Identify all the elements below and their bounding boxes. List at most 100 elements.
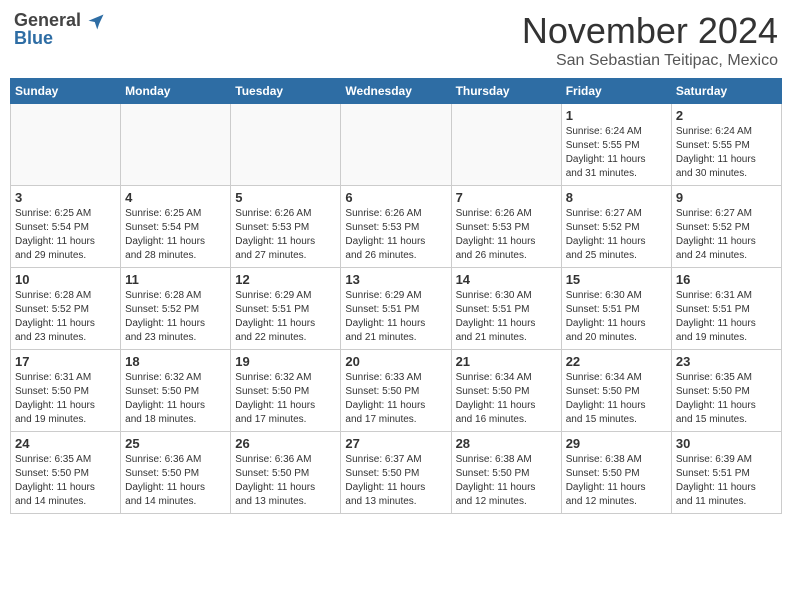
weekday-header: Sunday: [11, 79, 121, 104]
calendar-day-cell: 17 Sunrise: 6:31 AM Sunset: 5:50 PM Dayli…: [11, 350, 121, 432]
calendar-week-row: 17 Sunrise: 6:31 AM Sunset: 5:50 PM Dayli…: [11, 350, 782, 432]
day-number: 18: [125, 354, 226, 369]
calendar-day-cell: 5Sunrise: 6:26 AM Sunset: 5:53 PM Daylig…: [231, 186, 341, 268]
weekday-header: Thursday: [451, 79, 561, 104]
day-number: 5: [235, 190, 336, 205]
calendar-day-cell: 15Sunrise: 6:30 AM Sunset: 5:51 PM Dayli…: [561, 268, 671, 350]
day-info: Sunrise: 6:29 AM Sunset: 5:51 PM Dayligh…: [235, 289, 336, 345]
day-info: Sunrise: 6:34 AM Sunset: 5:50 PM Dayligh…: [456, 371, 557, 427]
calendar-day-cell: 9 Sunrise: 6:27 AM Sunset: 5:52 PM Daylig…: [671, 186, 781, 268]
day-number: 19: [235, 354, 336, 369]
day-number: 2: [676, 108, 777, 123]
day-info: Sunrise: 6:30 AM Sunset: 5:51 PM Dayligh…: [456, 289, 557, 345]
day-info: Sunrise: 6:36 AM Sunset: 5:50 PM Dayligh…: [235, 453, 336, 509]
calendar-day-cell: 10 Sunrise: 6:28 AM Sunset: 5:52 PM Dayli…: [11, 268, 121, 350]
day-info: Sunrise: 6:29 AM Sunset: 5:51 PM Dayligh…: [345, 289, 446, 345]
day-number: 15: [566, 272, 667, 287]
title-block: November 2024 San Sebastian Teitipac, Me…: [522, 10, 778, 70]
calendar-day-cell: 25 Sunrise: 6:36 AM Sunset: 5:50 PM Dayli…: [121, 432, 231, 514]
day-number: 22: [566, 354, 667, 369]
calendar-day-cell: 13 Sunrise: 6:29 AM Sunset: 5:51 PM Dayli…: [341, 268, 451, 350]
calendar-day-cell: 27 Sunrise: 6:37 AM Sunset: 5:50 PM Dayli…: [341, 432, 451, 514]
day-number: 27: [345, 436, 446, 451]
day-number: 24: [15, 436, 116, 451]
calendar-day-cell: 26 Sunrise: 6:36 AM Sunset: 5:50 PM Dayli…: [231, 432, 341, 514]
calendar-day-cell: 1 Sunrise: 6:24 AM Sunset: 5:55 PM Daylig…: [561, 104, 671, 186]
location-title: San Sebastian Teitipac, Mexico: [522, 52, 778, 70]
day-info: Sunrise: 6:25 AM Sunset: 5:54 PM Dayligh…: [125, 207, 226, 263]
day-info: Sunrise: 6:27 AM Sunset: 5:52 PM Dayligh…: [566, 207, 667, 263]
day-number: 9: [676, 190, 777, 205]
calendar-day-cell: 6Sunrise: 6:26 AM Sunset: 5:53 PM Daylig…: [341, 186, 451, 268]
day-info: Sunrise: 6:32 AM Sunset: 5:50 PM Dayligh…: [235, 371, 336, 427]
logo-blue-text: Blue: [14, 28, 53, 49]
calendar-day-cell: 14 Sunrise: 6:30 AM Sunset: 5:51 PM Dayli…: [451, 268, 561, 350]
logo: General Blue: [14, 10, 106, 49]
day-number: 25: [125, 436, 226, 451]
calendar-day-cell: 22Sunrise: 6:34 AM Sunset: 5:50 PM Dayli…: [561, 350, 671, 432]
calendar-day-cell: 12 Sunrise: 6:29 AM Sunset: 5:51 PM Dayli…: [231, 268, 341, 350]
calendar-week-row: 1 Sunrise: 6:24 AM Sunset: 5:55 PM Daylig…: [11, 104, 782, 186]
day-number: 4: [125, 190, 226, 205]
calendar-header-row: SundayMondayTuesdayWednesdayThursdayFrid…: [11, 79, 782, 104]
calendar-week-row: 3 Sunrise: 6:25 AM Sunset: 5:54 PM Daylig…: [11, 186, 782, 268]
day-number: 17: [15, 354, 116, 369]
calendar-day-cell: [121, 104, 231, 186]
calendar-week-row: 10 Sunrise: 6:28 AM Sunset: 5:52 PM Dayli…: [11, 268, 782, 350]
calendar-day-cell: 24 Sunrise: 6:35 AM Sunset: 5:50 PM Dayli…: [11, 432, 121, 514]
page-header: General Blue November 2024 San Sebastian…: [10, 10, 782, 70]
day-info: Sunrise: 6:28 AM Sunset: 5:52 PM Dayligh…: [15, 289, 116, 345]
day-info: Sunrise: 6:35 AM Sunset: 5:50 PM Dayligh…: [15, 453, 116, 509]
day-number: 12: [235, 272, 336, 287]
day-number: 3: [15, 190, 116, 205]
weekday-header: Monday: [121, 79, 231, 104]
calendar-day-cell: 3 Sunrise: 6:25 AM Sunset: 5:54 PM Daylig…: [11, 186, 121, 268]
calendar-day-cell: [451, 104, 561, 186]
day-number: 10: [15, 272, 116, 287]
day-info: Sunrise: 6:24 AM Sunset: 5:55 PM Dayligh…: [676, 125, 777, 181]
day-info: Sunrise: 6:26 AM Sunset: 5:53 PM Dayligh…: [456, 207, 557, 263]
weekday-header: Wednesday: [341, 79, 451, 104]
day-info: Sunrise: 6:31 AM Sunset: 5:51 PM Dayligh…: [676, 289, 777, 345]
calendar-day-cell: 21 Sunrise: 6:34 AM Sunset: 5:50 PM Dayli…: [451, 350, 561, 432]
day-number: 8: [566, 190, 667, 205]
day-number: 14: [456, 272, 557, 287]
day-info: Sunrise: 6:38 AM Sunset: 5:50 PM Dayligh…: [566, 453, 667, 509]
day-info: Sunrise: 6:27 AM Sunset: 5:52 PM Dayligh…: [676, 207, 777, 263]
day-number: 29: [566, 436, 667, 451]
day-info: Sunrise: 6:28 AM Sunset: 5:52 PM Dayligh…: [125, 289, 226, 345]
day-number: 21: [456, 354, 557, 369]
day-number: 11: [125, 272, 226, 287]
day-number: 13: [345, 272, 446, 287]
day-info: Sunrise: 6:36 AM Sunset: 5:50 PM Dayligh…: [125, 453, 226, 509]
day-number: 26: [235, 436, 336, 451]
day-info: Sunrise: 6:37 AM Sunset: 5:50 PM Dayligh…: [345, 453, 446, 509]
weekday-header: Tuesday: [231, 79, 341, 104]
day-number: 28: [456, 436, 557, 451]
day-info: Sunrise: 6:24 AM Sunset: 5:55 PM Dayligh…: [566, 125, 667, 181]
calendar-day-cell: 16Sunrise: 6:31 AM Sunset: 5:51 PM Dayli…: [671, 268, 781, 350]
day-info: Sunrise: 6:32 AM Sunset: 5:50 PM Dayligh…: [125, 371, 226, 427]
day-number: 20: [345, 354, 446, 369]
calendar-day-cell: 4 Sunrise: 6:25 AM Sunset: 5:54 PM Daylig…: [121, 186, 231, 268]
calendar-day-cell: 18 Sunrise: 6:32 AM Sunset: 5:50 PM Dayli…: [121, 350, 231, 432]
day-info: Sunrise: 6:38 AM Sunset: 5:50 PM Dayligh…: [456, 453, 557, 509]
calendar-table: SundayMondayTuesdayWednesdayThursdayFrid…: [10, 78, 782, 514]
day-info: Sunrise: 6:33 AM Sunset: 5:50 PM Dayligh…: [345, 371, 446, 427]
weekday-header: Saturday: [671, 79, 781, 104]
day-info: Sunrise: 6:25 AM Sunset: 5:54 PM Dayligh…: [15, 207, 116, 263]
calendar-day-cell: [11, 104, 121, 186]
day-number: 6: [345, 190, 446, 205]
month-title: November 2024: [522, 10, 778, 52]
calendar-day-cell: 20 Sunrise: 6:33 AM Sunset: 5:50 PM Dayli…: [341, 350, 451, 432]
calendar-day-cell: 23Sunrise: 6:35 AM Sunset: 5:50 PM Dayli…: [671, 350, 781, 432]
day-info: Sunrise: 6:39 AM Sunset: 5:51 PM Dayligh…: [676, 453, 777, 509]
calendar-day-cell: 30 Sunrise: 6:39 AM Sunset: 5:51 PM Dayli…: [671, 432, 781, 514]
calendar-day-cell: 28 Sunrise: 6:38 AM Sunset: 5:50 PM Dayli…: [451, 432, 561, 514]
logo-bird-icon: [86, 12, 106, 32]
calendar-day-cell: 19 Sunrise: 6:32 AM Sunset: 5:50 PM Dayli…: [231, 350, 341, 432]
day-number: 30: [676, 436, 777, 451]
day-number: 1: [566, 108, 667, 123]
calendar-day-cell: 7Sunrise: 6:26 AM Sunset: 5:53 PM Daylig…: [451, 186, 561, 268]
day-info: Sunrise: 6:31 AM Sunset: 5:50 PM Dayligh…: [15, 371, 116, 427]
